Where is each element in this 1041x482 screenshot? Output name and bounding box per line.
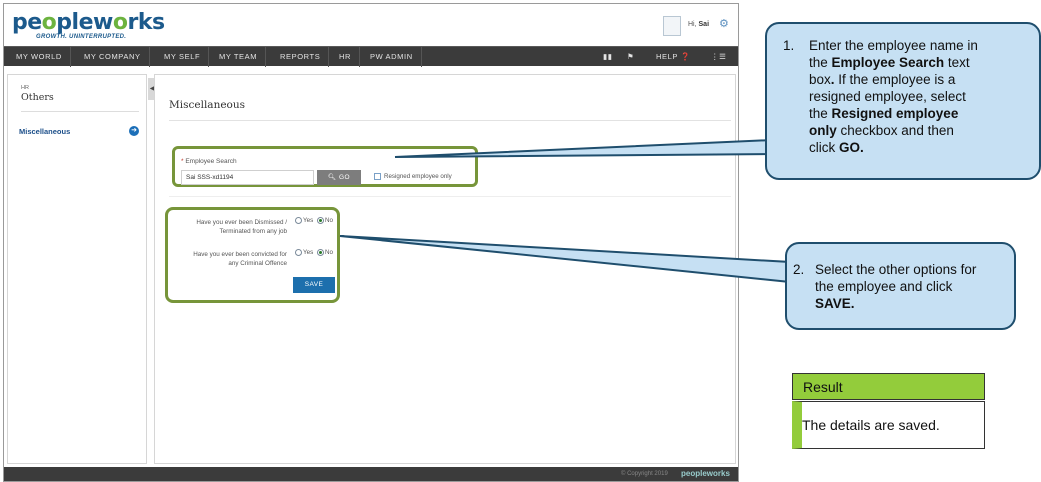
callout1-text: Enter the employee name in the Employee … xyxy=(809,38,978,155)
callout-step-2: 2. Select the other options for the empl… xyxy=(785,242,1016,330)
callout2-number: 2. xyxy=(793,262,805,277)
callout-step-1: 1. Enter the employee name in the Employ… xyxy=(765,22,1041,180)
callout1-pointer xyxy=(394,138,773,158)
result-text: The details are saved. xyxy=(792,401,985,449)
callout2-pointer xyxy=(339,235,791,284)
callout2-text: Select the other options for the employe… xyxy=(815,262,977,311)
callout1-number: 1. xyxy=(783,38,795,53)
result-heading: Result xyxy=(792,373,985,400)
